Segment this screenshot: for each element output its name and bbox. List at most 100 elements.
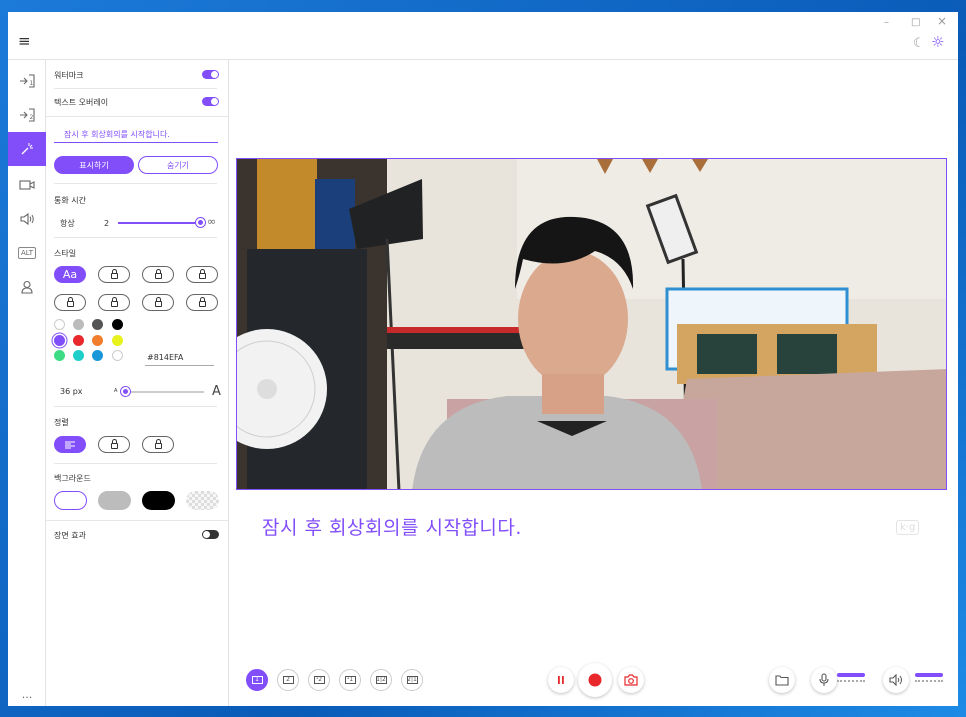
font-size-slider-track[interactable] xyxy=(122,391,204,393)
lock-icon xyxy=(66,296,74,307)
input-2-icon[interactable]: 2 xyxy=(8,98,46,132)
divider xyxy=(54,463,217,464)
pause-button[interactable] xyxy=(548,667,574,693)
background-label: 백그라운드 xyxy=(54,474,91,483)
layout-single-2-button[interactable]: 2 xyxy=(277,669,299,691)
duration-slider-track[interactable] xyxy=(118,222,200,224)
settings-panel: 워터마크 텍스트 오버레이 잠시 후 회상회의를 시작합니다. 표시하기 숨기기… xyxy=(46,60,229,706)
align-label: 정렬 xyxy=(54,418,69,427)
font-size-value: 36 px xyxy=(60,387,83,396)
minimize-button[interactable]: – xyxy=(884,17,889,28)
speaker-level-meter xyxy=(915,680,943,682)
color-swatch-orange[interactable] xyxy=(92,335,103,346)
record-button[interactable] xyxy=(578,663,612,697)
watermark-label: 워터마크 xyxy=(54,71,84,80)
infinity-label: ∞ xyxy=(207,215,217,228)
style-option-locked[interactable] xyxy=(142,294,174,311)
snapshot-button[interactable] xyxy=(618,667,644,693)
lock-icon xyxy=(154,296,162,307)
background-white-option[interactable] xyxy=(54,491,87,510)
layout-single-1-button[interactable]: 1 xyxy=(246,669,268,691)
speaker-button[interactable] xyxy=(883,667,909,693)
style-option-locked[interactable] xyxy=(54,294,86,311)
style-option-locked[interactable] xyxy=(186,294,218,311)
preview-area: 잠시 후 회상회의를 시작합니다. k·g 1 2 ¹2 ¹1 1|2 2|1 xyxy=(229,60,958,706)
divider xyxy=(54,406,217,407)
side-rail: 1 2 ALT ··· xyxy=(8,60,46,706)
show-button[interactable]: 표시하기 xyxy=(54,156,134,174)
style-option-locked[interactable] xyxy=(98,266,130,283)
background-black-option[interactable] xyxy=(142,491,175,510)
divider xyxy=(54,88,217,89)
dark-mode-moon-icon[interactable]: ☾ xyxy=(913,36,925,51)
duration-value: 2 xyxy=(104,219,110,228)
align-left-button[interactable] xyxy=(54,436,86,453)
text-overlay-toggle[interactable] xyxy=(202,97,219,106)
color-swatch-teal[interactable] xyxy=(73,350,84,361)
duration-label: 통화 시간 xyxy=(54,196,86,205)
background-gray-option[interactable] xyxy=(98,491,131,510)
align-option-locked[interactable] xyxy=(142,436,174,453)
transition-toggle[interactable] xyxy=(202,530,219,539)
color-swatch-white[interactable] xyxy=(54,319,65,330)
hamburger-menu-icon[interactable]: ≡ xyxy=(18,34,31,49)
duration-slider-handle[interactable] xyxy=(196,218,205,227)
watermark-toggle[interactable] xyxy=(202,70,219,79)
microphone-volume-slider[interactable] xyxy=(837,673,865,677)
camera-snapshot-icon xyxy=(624,674,638,686)
align-left-icon xyxy=(65,441,75,448)
record-icon xyxy=(588,673,602,687)
color-swatch-lightgray[interactable] xyxy=(73,319,84,330)
folder-icon xyxy=(775,675,789,686)
color-swatch-purple-selected[interactable] xyxy=(54,335,65,346)
alt-text-icon[interactable]: ALT xyxy=(8,236,46,270)
more-icon[interactable]: ··· xyxy=(8,680,46,706)
camera-feed-image xyxy=(237,159,946,489)
font-large-icon: A xyxy=(212,384,221,399)
color-swatch-custom[interactable] xyxy=(112,350,123,361)
hide-button[interactable]: 숨기기 xyxy=(138,156,218,174)
magic-wand-icon[interactable] xyxy=(8,132,46,166)
divider xyxy=(46,520,229,521)
color-swatch-blue[interactable] xyxy=(92,350,103,361)
divider xyxy=(54,183,217,184)
lock-icon xyxy=(198,296,206,307)
background-transparent-option[interactable] xyxy=(186,491,219,510)
maximize-button[interactable]: □ xyxy=(911,17,920,28)
speaker-icon xyxy=(889,674,902,686)
hex-color-input[interactable]: #814EFA xyxy=(145,353,214,366)
text-overlay-label: 텍스트 오버레이 xyxy=(54,98,109,107)
svg-text:2: 2 xyxy=(30,114,34,121)
speaker-icon[interactable] xyxy=(8,202,46,236)
layout-side-by-side-button[interactable]: 1|2 xyxy=(370,669,392,691)
color-swatch-yellow[interactable] xyxy=(112,335,123,346)
camera-preview xyxy=(236,158,947,490)
color-swatch-darkgray[interactable] xyxy=(92,319,103,330)
layout-side-by-side-reverse-button[interactable]: 2|1 xyxy=(401,669,423,691)
align-option-locked[interactable] xyxy=(98,436,130,453)
close-button[interactable]: × xyxy=(937,14,947,28)
lock-icon xyxy=(110,438,118,449)
style-option-selected[interactable]: Aa xyxy=(54,266,86,283)
style-option-locked[interactable] xyxy=(98,294,130,311)
open-folder-button[interactable] xyxy=(769,667,795,693)
style-option-locked[interactable] xyxy=(186,266,218,283)
user-icon[interactable] xyxy=(8,270,46,304)
layout-pip-1-button[interactable]: ¹2 xyxy=(308,669,330,691)
lock-icon xyxy=(154,268,162,279)
divider xyxy=(54,237,217,238)
font-size-slider-handle[interactable] xyxy=(121,387,130,396)
layout-pip-2-button[interactable]: ¹1 xyxy=(339,669,361,691)
style-option-locked[interactable] xyxy=(142,266,174,283)
camera-icon[interactable] xyxy=(8,168,46,202)
overlay-text-preview: 잠시 후 회상회의를 시작합니다. xyxy=(262,517,522,539)
speaker-volume-slider[interactable] xyxy=(915,673,943,677)
light-mode-sun-icon[interactable]: ☼ xyxy=(931,33,944,51)
microphone-button[interactable] xyxy=(811,667,837,693)
pause-icon xyxy=(558,676,564,684)
input-1-icon[interactable]: 1 xyxy=(8,64,46,98)
overlay-text-input[interactable]: 잠시 후 회상회의를 시작합니다. xyxy=(54,127,218,143)
color-swatch-green[interactable] xyxy=(54,350,65,361)
color-swatch-red[interactable] xyxy=(73,335,84,346)
color-swatch-black[interactable] xyxy=(112,319,123,330)
